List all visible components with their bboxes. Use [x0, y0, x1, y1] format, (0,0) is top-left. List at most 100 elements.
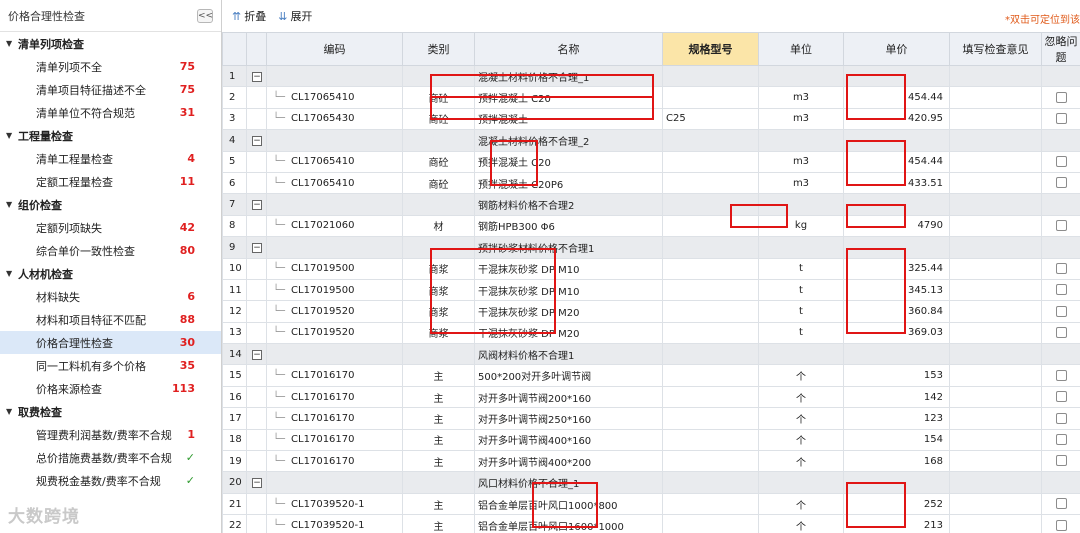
table-row[interactable]: 22 └─ CL17039520-1 主铝合金单层百叶风口1600*1000 个 213 [222, 514, 1080, 533]
tree-collapse-icon[interactable]: − [252, 135, 262, 146]
ignore-cell[interactable] [1041, 514, 1080, 533]
opinion-cell[interactable] [949, 257, 1042, 280]
ignore-checkbox[interactable] [1055, 284, 1067, 296]
check-item[interactable]: 总价措施费基数/费率不合规 ✓ [0, 446, 221, 469]
ignore-checkbox[interactable] [1055, 327, 1067, 339]
check-item[interactable]: 规费税金基数/费率不合规 ✓ [0, 469, 221, 492]
table-row[interactable]: 8 └─ CL17021060 材钢筋HPB300 Φ6 kg 4790 [222, 214, 1080, 238]
tree-collapse-icon[interactable]: − [252, 349, 262, 360]
check-item[interactable]: 定额工程量检查 11 [0, 170, 221, 193]
opinion-cell[interactable] [949, 514, 1042, 533]
check-item[interactable]: 清单单位不符合规范 31 [0, 101, 221, 124]
ignore-cell[interactable] [1041, 171, 1080, 195]
table-row[interactable]: 17 └─ CL17016170 主对开多叶调节阀250*160 个 123 [222, 407, 1080, 430]
table-row[interactable]: 3 └─ CL17065430 商砼 预拌混凝土 C25 m3 420.95 [222, 107, 1080, 131]
expand-cell[interactable]: − [246, 471, 267, 494]
table-row[interactable]: 16 └─ CL17016170 主对开多叶调节阀200*160 个 142 [222, 385, 1080, 409]
check-item[interactable]: 综合单价一致性检查 80 [0, 239, 221, 262]
group-row[interactable]: 9− 预拌砂浆材料价格不合理1 [222, 236, 1080, 259]
col-unit[interactable]: 单位 [758, 32, 844, 66]
col-opinion[interactable]: 填写检查意见 [949, 32, 1042, 66]
ignore-cell[interactable] [1041, 407, 1080, 430]
ignore-cell[interactable] [1041, 364, 1080, 387]
ignore-checkbox[interactable] [1055, 177, 1067, 189]
opinion-cell[interactable] [949, 171, 1042, 195]
ignore-checkbox[interactable] [1055, 220, 1067, 232]
check-group[interactable]: ▼ 清单列项检查 [0, 32, 221, 55]
opinion-cell[interactable] [949, 107, 1042, 131]
table-row[interactable]: 10 └─ CL17019500 商浆 干混抹灰砂浆 DP M10 t 325.44 [222, 257, 1080, 280]
col-ignore[interactable]: 忽略问题 [1041, 32, 1080, 66]
group-row[interactable]: 14− 风阀材料价格不合理1 [222, 343, 1080, 366]
table-row[interactable]: 19 └─ CL17016170 主对开多叶调节阀400*200 个 168 [222, 450, 1080, 473]
ignore-cell[interactable] [1041, 428, 1080, 452]
ignore-checkbox[interactable] [1055, 519, 1067, 531]
ignore-checkbox[interactable] [1055, 91, 1067, 103]
group-row[interactable]: 1− 混凝土材料价格不合理_1 [222, 64, 1080, 88]
collapse-panel-icon[interactable]: << [197, 8, 213, 23]
opinion-cell[interactable] [949, 278, 1042, 302]
col-code[interactable]: 编码 [266, 32, 403, 66]
check-item[interactable]: 材料缺失 6 [0, 285, 221, 308]
ignore-checkbox[interactable] [1055, 305, 1067, 317]
col-spec[interactable]: 规格型号 [662, 32, 759, 66]
ignore-cell[interactable] [1041, 150, 1080, 173]
ignore-checkbox[interactable] [1055, 156, 1067, 167]
ignore-checkbox[interactable] [1055, 369, 1067, 381]
opinion-cell[interactable] [949, 321, 1042, 345]
group-row[interactable]: 7− 钢筋材料价格不合理2 [222, 193, 1080, 216]
check-item[interactable]: 同一工料机有多个价格 35 [0, 354, 221, 377]
opinion-cell[interactable] [949, 150, 1042, 173]
opinion-cell[interactable] [949, 407, 1042, 430]
table-row[interactable]: 15 └─ CL17016170 主 500*200对开多叶调节阀 个 153 [222, 364, 1080, 387]
check-item[interactable]: 材料和项目特征不匹配 88 [0, 308, 221, 331]
col-name[interactable]: 名称 [474, 32, 663, 66]
ignore-cell[interactable] [1041, 321, 1080, 345]
expand-button[interactable]: ⇊ 展开 [278, 8, 312, 24]
check-group[interactable]: ▼ 人材机检查 [0, 262, 221, 285]
check-item[interactable]: 定额列项缺失 42 [0, 216, 221, 239]
ignore-checkbox[interactable] [1055, 455, 1067, 467]
expand-cell[interactable]: − [246, 343, 267, 366]
table-row[interactable]: 6 └─ CL17065410 商砼 预拌混凝土 C20P6 m3 433.51 [222, 171, 1080, 195]
fold-button[interactable]: ⇈ 折叠 [232, 8, 266, 24]
col-category[interactable]: 类别 [402, 32, 475, 66]
ignore-cell[interactable] [1041, 107, 1080, 131]
ignore-checkbox[interactable] [1055, 412, 1067, 424]
ignore-cell[interactable] [1041, 450, 1080, 473]
ignore-checkbox[interactable] [1055, 391, 1067, 403]
check-item[interactable]: 价格合理性检查 30 [0, 331, 221, 354]
check-item[interactable]: 清单项目特征描述不全 75 [0, 78, 221, 101]
tree-collapse-icon[interactable]: − [252, 478, 262, 489]
check-group[interactable]: ▼ 取费检查 [0, 400, 221, 423]
ignore-cell[interactable] [1041, 86, 1080, 109]
expand-cell[interactable]: − [246, 64, 267, 88]
expand-cell[interactable]: − [246, 129, 267, 152]
check-item[interactable]: 管理费利润基数/费率不合规 1 [0, 423, 221, 446]
ignore-cell[interactable] [1041, 257, 1080, 280]
opinion-cell[interactable] [949, 428, 1042, 452]
table-row[interactable]: 2 └─ CL17065410 商砼 预拌混凝土 C20 m3 454.44 [222, 86, 1080, 109]
tree-collapse-icon[interactable]: − [252, 200, 262, 211]
group-row[interactable]: 4− 混凝土材料价格不合理_2 [222, 129, 1080, 152]
ignore-checkbox[interactable] [1055, 113, 1067, 125]
check-item[interactable]: 价格来源检查 113 [0, 377, 221, 400]
ignore-cell[interactable] [1041, 278, 1080, 302]
col-price[interactable]: 单价 [843, 32, 950, 66]
table-row[interactable]: 12 └─ CL17019520 商浆 干混抹灰砂浆 DP M20 t 360.84 [222, 300, 1080, 323]
check-group[interactable]: ▼ 工程量检查 [0, 124, 221, 147]
expand-cell[interactable]: − [246, 236, 267, 259]
ignore-cell[interactable] [1041, 385, 1080, 409]
table-row[interactable]: 5 └─ CL17065410 商砼 预拌混凝土 C20 m3 454.44 [222, 150, 1080, 173]
table-row[interactable]: 13 └─ CL17019520 商浆 干混抹灰砂浆 DP M20 t 369.03 [222, 321, 1080, 345]
table-row[interactable]: 18 └─ CL17016170 主对开多叶调节阀400*160 个 154 [222, 428, 1080, 452]
check-item[interactable]: 清单列项不全 75 [0, 55, 221, 78]
ignore-cell[interactable] [1041, 300, 1080, 323]
ignore-cell[interactable] [1041, 214, 1080, 238]
opinion-cell[interactable] [949, 300, 1042, 323]
expand-cell[interactable]: − [246, 193, 267, 216]
opinion-cell[interactable] [949, 364, 1042, 387]
ignore-checkbox[interactable] [1055, 498, 1067, 510]
ignore-checkbox[interactable] [1055, 434, 1067, 446]
table-row[interactable]: 11 └─ CL17019500 商浆 干混抹灰砂浆 DP M10 t 345.13 [222, 278, 1080, 302]
